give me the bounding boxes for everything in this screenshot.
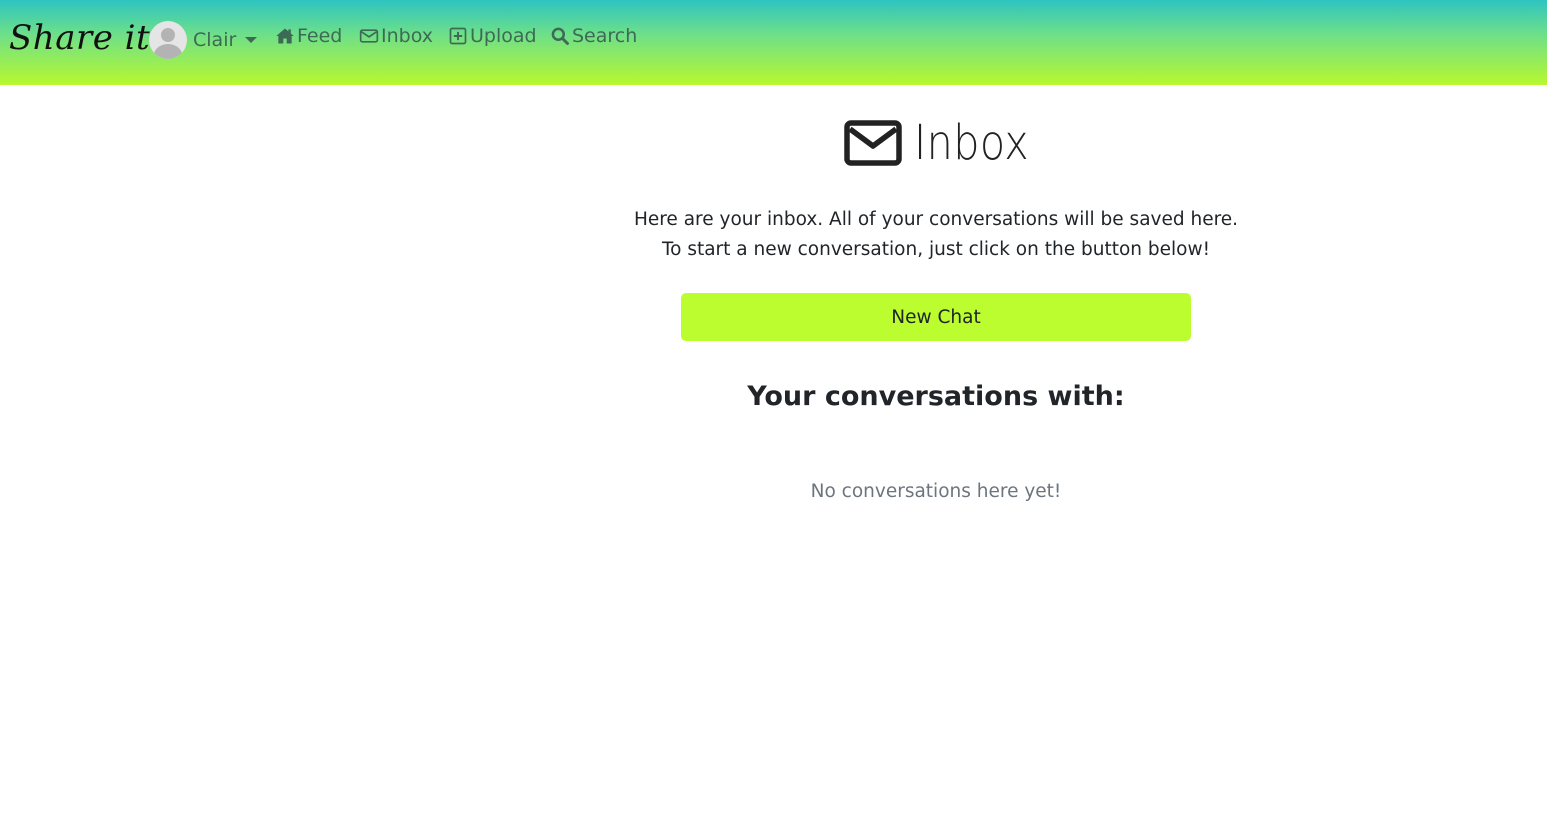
page-title-text: Inbox xyxy=(914,115,1030,171)
nav-link-label: Inbox xyxy=(381,25,433,47)
nav-link-feed[interactable]: Feed xyxy=(275,25,342,47)
nav-link-label: Feed xyxy=(297,25,343,47)
brand-logo[interactable]: Share it xyxy=(9,18,150,58)
conversations-heading: Your conversations with: xyxy=(747,381,1125,412)
nav-link-upload[interactable]: Upload xyxy=(448,25,537,47)
nav-link-label: Upload xyxy=(470,25,537,47)
avatar xyxy=(149,21,187,59)
top-navbar: Share it Clair Feed Inbox Upload Search xyxy=(0,0,1547,85)
intro-line-1: Here are your inbox. All of your convers… xyxy=(633,209,1239,230)
page-title: Inbox xyxy=(844,115,1048,171)
plus-square-icon xyxy=(449,27,467,45)
user-name: Clair xyxy=(193,29,237,51)
new-chat-button[interactable]: New Chat xyxy=(681,293,1191,341)
envelope-icon xyxy=(844,120,902,166)
home-icon xyxy=(276,28,294,44)
nav-link-label: Search xyxy=(572,25,638,47)
nav-link-search[interactable]: Search xyxy=(550,25,637,47)
caret-down-icon xyxy=(245,37,258,43)
envelope-icon xyxy=(359,29,379,43)
user-menu-dropdown[interactable]: Clair xyxy=(149,21,258,59)
empty-conversations-message: No conversations here yet! xyxy=(810,481,1062,502)
intro-text: Here are your inbox. All of your convers… xyxy=(600,205,1272,265)
search-icon xyxy=(551,27,569,45)
nav-link-inbox[interactable]: Inbox xyxy=(359,25,433,47)
intro-line-2: To start a new conversation, just click … xyxy=(661,239,1211,260)
